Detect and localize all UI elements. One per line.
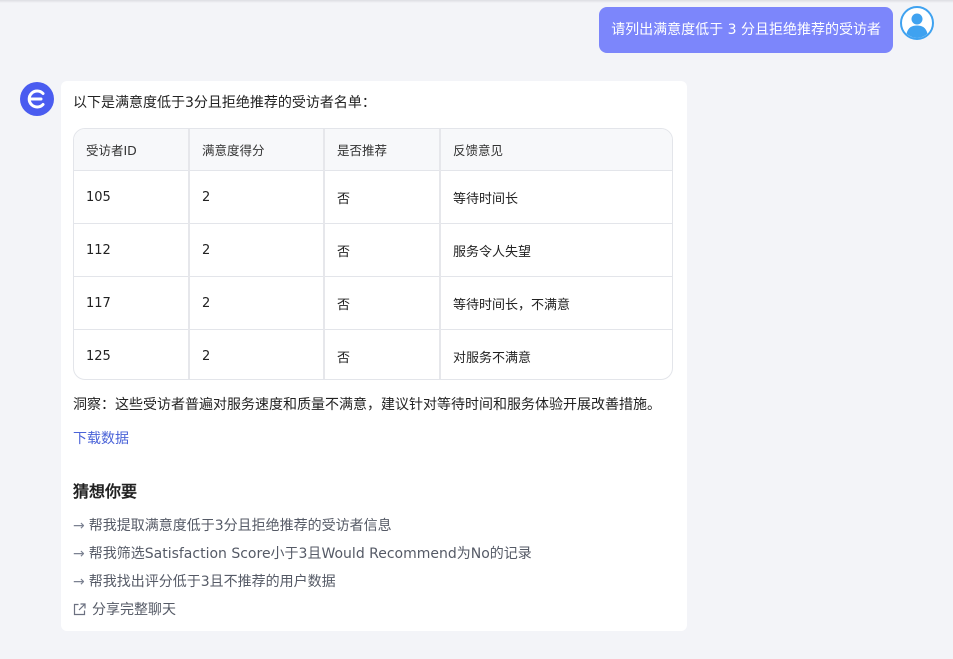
cell-score: 2: [189, 223, 325, 277]
cell-score: 2: [189, 170, 325, 224]
column-header-recommend: 是否推荐: [324, 129, 441, 171]
cell-feedback: 等待时间长: [440, 170, 672, 224]
external-link-icon: [73, 603, 86, 616]
share-chat-button[interactable]: 分享完整聊天: [73, 600, 176, 620]
table-row: 112 2 否 服务令人失望: [74, 223, 672, 277]
cell-feedback: 服务令人失望: [440, 223, 672, 277]
cell-score: 2: [189, 329, 325, 379]
assistant-response-card: 以下是满意度低于3分且拒绝推荐的受访者名单： 受访者ID 满意度得分 是否推荐 …: [61, 81, 687, 631]
top-shadow-divider: [0, 0, 953, 3]
column-header-id: 受访者ID: [74, 129, 190, 171]
column-header-feedback: 反馈意见: [440, 129, 672, 171]
user-message-text: 请列出满意度低于 3 分且拒绝推荐的受访者: [611, 22, 881, 38]
cell-score: 2: [189, 276, 325, 330]
cell-feedback: 对服务不满意: [453, 350, 532, 366]
response-intro: 以下是满意度低于3分且拒绝推荐的受访者名单：: [73, 95, 376, 111]
cell-id: 105: [74, 170, 190, 224]
results-table: 受访者ID 满意度得分 是否推荐 反馈意见 105 2 否 等待时间长 112 …: [73, 128, 673, 380]
cell-recommend: 否: [324, 329, 441, 379]
table-row: 105 2 否 等待时间长: [74, 170, 672, 224]
suggestion-text: 帮我提取满意度低于3分且拒绝推荐的受访者信息: [88, 518, 392, 534]
suggestion-item[interactable]: → 帮我找出评分低于3且不推荐的用户数据: [73, 572, 336, 592]
arrow-right-icon: →: [73, 546, 85, 562]
suggestion-item[interactable]: → 帮我筛选Satisfaction Score小于3且Would Recomme…: [73, 544, 532, 564]
suggestion-item[interactable]: → 帮我提取满意度低于3分且拒绝推荐的受访者信息: [73, 516, 392, 536]
arrow-right-icon: →: [73, 574, 85, 590]
cell-recommend: 否: [324, 276, 441, 330]
column-header-score: 满意度得分: [189, 129, 325, 171]
user-avatar-icon[interactable]: [900, 6, 934, 40]
user-message-bubble: 请列出满意度低于 3 分且拒绝推荐的受访者: [599, 7, 893, 53]
cell-id: 117: [74, 276, 190, 330]
table-row: 117 2 否 等待时间长，不满意: [74, 276, 672, 330]
cell-recommend: 否: [324, 170, 441, 224]
cell-recommend: 否: [324, 223, 441, 277]
cell-feedback: 等待时间长，不满意: [440, 276, 672, 330]
cell-id: 125: [74, 329, 190, 379]
cell-id: 112: [74, 223, 190, 277]
suggestion-text: 帮我筛选Satisfaction Score小于3且Would Recommen…: [88, 546, 532, 562]
insight-text: 洞察：这些受访者普遍对服务速度和质量不满意，建议针对等待时间和服务体验开展改善措…: [73, 397, 661, 413]
arrow-right-icon: →: [73, 518, 85, 534]
table-row: 125 2 否 对服务不满意: [74, 329, 672, 379]
suggestion-text: 帮我找出评分低于3且不推荐的用户数据: [88, 574, 336, 590]
share-chat-label: 分享完整聊天: [92, 602, 176, 618]
suggestions-title: 猜想你要: [73, 482, 138, 501]
table-header-row: 受访者ID 满意度得分 是否推荐 反馈意见: [74, 129, 672, 171]
assistant-logo-icon: [20, 82, 54, 116]
download-data-link[interactable]: 下载数据: [73, 429, 129, 449]
